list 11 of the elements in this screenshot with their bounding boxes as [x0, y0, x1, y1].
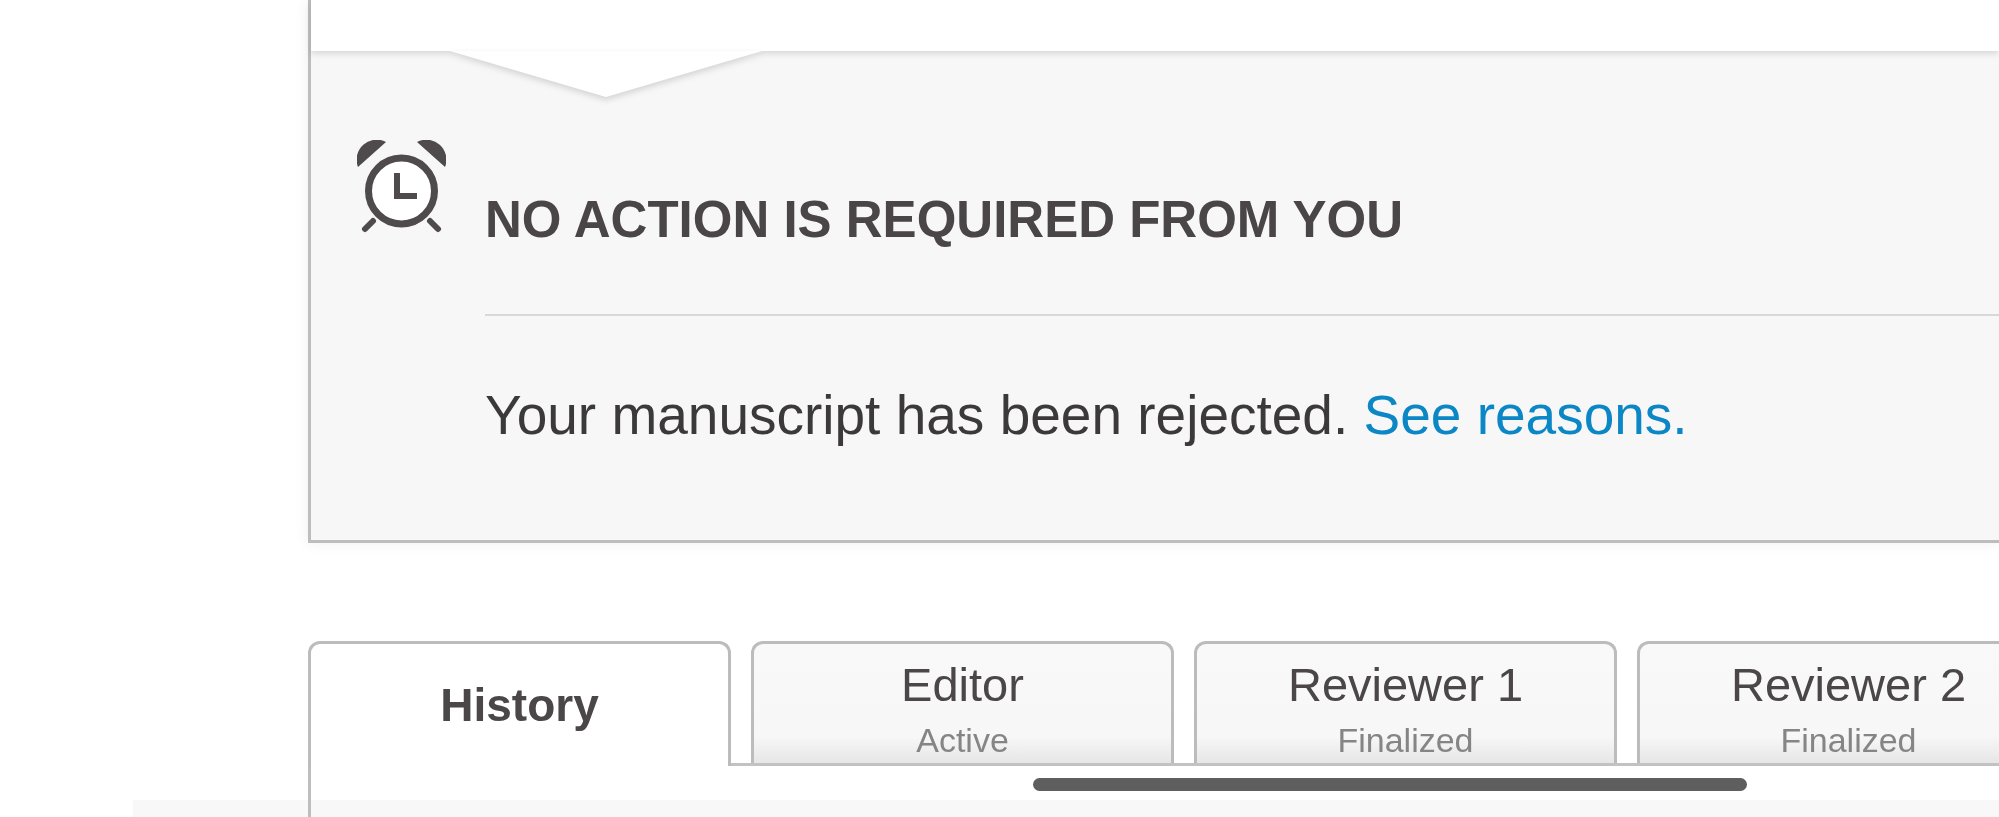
- see-reasons-link[interactable]: See reasons.: [1363, 384, 1688, 446]
- tab[interactable]: Editor Active: [751, 641, 1174, 763]
- alarm-clock-icon: [357, 140, 446, 233]
- tab[interactable]: Reviewer 2 Finalized: [1637, 641, 1999, 763]
- status-label: Active: [916, 720, 1009, 760]
- tab[interactable]: History: [308, 641, 731, 766]
- status-label: Finalized: [1337, 720, 1474, 760]
- status-label: Finalized: [1780, 720, 1917, 760]
- status-message: Your manuscript has been rejected. See reasons.: [485, 383, 1689, 448]
- tab[interactable]: Reviewer 1 Finalized: [1194, 641, 1617, 763]
- notice-heading: NO ACTION IS REQUIRED FROM YOU: [485, 190, 1405, 250]
